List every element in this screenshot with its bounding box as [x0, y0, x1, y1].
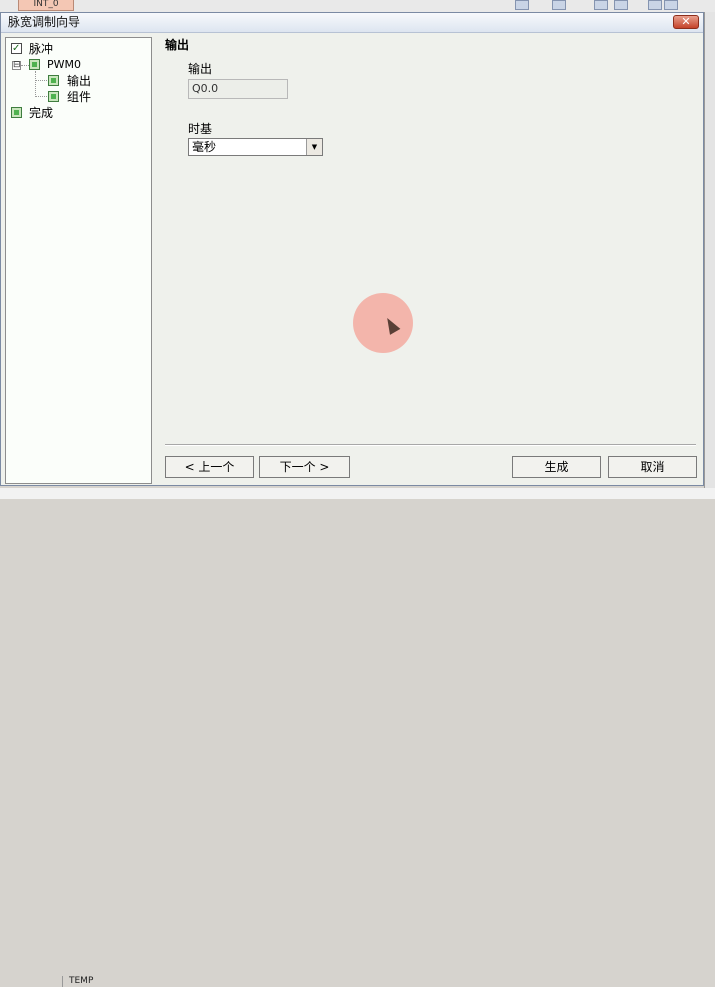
prev-button[interactable]: < 上一个 — [165, 456, 254, 478]
step-node-icon — [48, 91, 59, 102]
tree-item-label: 完成 — [29, 106, 54, 120]
background-tab[interactable]: INT_0 — [18, 0, 74, 11]
toolbar-icon[interactable] — [594, 0, 608, 10]
tree-item-label: 组件 — [67, 90, 92, 104]
timebase-select[interactable]: 毫秒 ▼ — [188, 138, 323, 156]
close-button[interactable]: ✕ — [673, 15, 699, 29]
toolbar-icon[interactable] — [552, 0, 566, 10]
tree-item-label: 输出 — [67, 74, 92, 88]
timebase-label: 时基 — [188, 122, 213, 136]
checkbox-checked-icon — [11, 41, 22, 57]
chevron-down-icon[interactable]: ▼ — [306, 139, 322, 155]
tree-connector — [35, 71, 36, 97]
collapse-icon[interactable]: ⊟ — [12, 61, 21, 70]
close-icon: ✕ — [681, 15, 691, 28]
tree-connector — [35, 96, 47, 97]
background-bottom-table: TEMP — [0, 488, 715, 987]
toolbar-icon[interactable] — [664, 0, 678, 10]
tree-connector — [21, 65, 29, 66]
tree-item-label: PWM0 — [47, 58, 81, 71]
background-right-panel — [704, 12, 715, 488]
button-separator — [165, 444, 696, 446]
pwm-wizard-dialog: 脉宽调制向导 ✕ 脉冲 ⊟ PWM0 输出 组件 完成 — [0, 12, 704, 486]
output-field[interactable]: Q0.0 — [188, 79, 288, 99]
wizard-step-tree: 脉冲 ⊟ PWM0 输出 组件 完成 — [5, 37, 152, 484]
next-button[interactable]: 下一个 > — [259, 456, 350, 478]
toolbar-icon[interactable] — [648, 0, 662, 10]
step-node-icon — [11, 107, 22, 118]
section-heading: 输出 — [165, 38, 190, 52]
title-bar[interactable]: 脉宽调制向导 ✕ — [1, 13, 703, 33]
timebase-selected-value: 毫秒 — [192, 140, 217, 154]
cancel-button[interactable]: 取消 — [608, 456, 697, 478]
toolbar-icon[interactable] — [515, 0, 529, 10]
tree-connector — [35, 80, 47, 81]
step-node-icon — [29, 59, 40, 70]
temp-cell: TEMP — [62, 976, 169, 987]
generate-button[interactable]: 生成 — [512, 456, 601, 478]
dialog-title: 脉宽调制向导 — [8, 15, 81, 29]
tree-item-label: 脉冲 — [29, 42, 54, 56]
step-node-icon — [48, 75, 59, 86]
toolbar-icon[interactable] — [614, 0, 628, 10]
output-label: 输出 — [188, 62, 213, 76]
